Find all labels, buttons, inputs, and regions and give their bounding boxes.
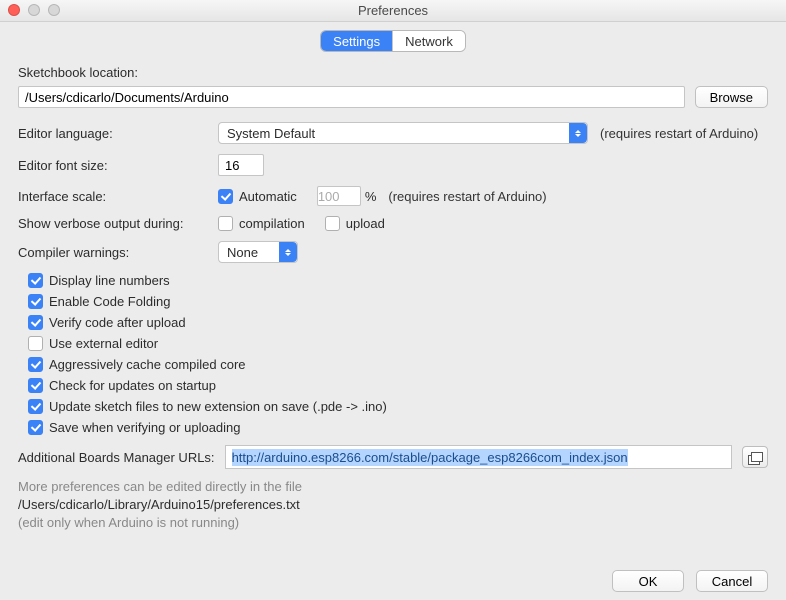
- compiler-warnings-label: Compiler warnings:: [18, 245, 218, 260]
- percent-label: %: [365, 189, 377, 204]
- titlebar: Preferences: [0, 0, 786, 22]
- zoom-window-button[interactable]: [48, 4, 60, 16]
- compiler-warnings-value: None: [227, 245, 258, 260]
- content-panel: Sketchbook location: Browse Editor langu…: [0, 57, 786, 543]
- chevron-updown-icon: [279, 242, 297, 262]
- footer-line-3: (edit only when Arduino is not running): [18, 515, 768, 530]
- editor-language-value: System Default: [227, 126, 315, 141]
- cancel-button[interactable]: Cancel: [696, 570, 768, 592]
- verbose-label: Show verbose output during:: [18, 216, 218, 231]
- boards-url-label: Additional Boards Manager URLs:: [18, 450, 215, 465]
- browse-button[interactable]: Browse: [695, 86, 768, 108]
- ok-button[interactable]: OK: [612, 570, 684, 592]
- compilation-checkbox[interactable]: [218, 216, 233, 231]
- font-size-input[interactable]: [218, 154, 264, 176]
- save-on-verify-checkbox[interactable]: [28, 420, 43, 435]
- automatic-scale-checkbox[interactable]: [218, 189, 233, 204]
- boards-url-value: http://arduino.esp8266.com/stable/packag…: [232, 449, 628, 466]
- verify-after-upload-checkbox[interactable]: [28, 315, 43, 330]
- minimize-window-button[interactable]: [28, 4, 40, 16]
- automatic-label: Automatic: [239, 189, 297, 204]
- options-list: Display line numbers Enable Code Folding…: [28, 273, 768, 435]
- window-title: Preferences: [358, 3, 428, 18]
- chevron-updown-icon: [569, 123, 587, 143]
- use-external-editor-checkbox[interactable]: [28, 336, 43, 351]
- restart-hint-scale: (requires restart of Arduino): [388, 189, 546, 204]
- tab-settings[interactable]: Settings: [321, 31, 392, 51]
- compiler-warnings-select[interactable]: None: [218, 241, 298, 263]
- open-urls-window-button[interactable]: [742, 446, 768, 468]
- tab-network[interactable]: Network: [392, 31, 465, 51]
- window-controls: [8, 4, 60, 16]
- compilation-label: compilation: [239, 216, 305, 231]
- boards-url-input[interactable]: http://arduino.esp8266.com/stable/packag…: [225, 445, 732, 469]
- font-size-label: Editor font size:: [18, 158, 218, 173]
- scale-value-input[interactable]: 100: [317, 186, 361, 206]
- editor-language-select[interactable]: System Default: [218, 122, 588, 144]
- restart-hint-language: (requires restart of Arduino): [600, 126, 758, 141]
- footer-line-1: More preferences can be edited directly …: [18, 479, 768, 494]
- dialog-buttons: OK Cancel: [612, 570, 768, 592]
- enable-code-folding-checkbox[interactable]: [28, 294, 43, 309]
- interface-scale-label: Interface scale:: [18, 189, 218, 204]
- tab-bar: Settings Network: [0, 22, 786, 57]
- sketchbook-label: Sketchbook location:: [18, 65, 768, 80]
- update-extension-checkbox[interactable]: [28, 399, 43, 414]
- upload-label: upload: [346, 216, 385, 231]
- upload-checkbox[interactable]: [325, 216, 340, 231]
- aggressive-cache-checkbox[interactable]: [28, 357, 43, 372]
- close-window-button[interactable]: [8, 4, 20, 16]
- check-updates-checkbox[interactable]: [28, 378, 43, 393]
- window-icon: [748, 452, 762, 463]
- sketchbook-path-input[interactable]: [18, 86, 685, 108]
- preferences-file-path: /Users/cdicarlo/Library/Arduino15/prefer…: [18, 497, 768, 512]
- editor-language-label: Editor language:: [18, 126, 218, 141]
- display-line-numbers-checkbox[interactable]: [28, 273, 43, 288]
- footer-info: More preferences can be edited directly …: [18, 479, 768, 530]
- tab-segmented-control: Settings Network: [320, 30, 466, 52]
